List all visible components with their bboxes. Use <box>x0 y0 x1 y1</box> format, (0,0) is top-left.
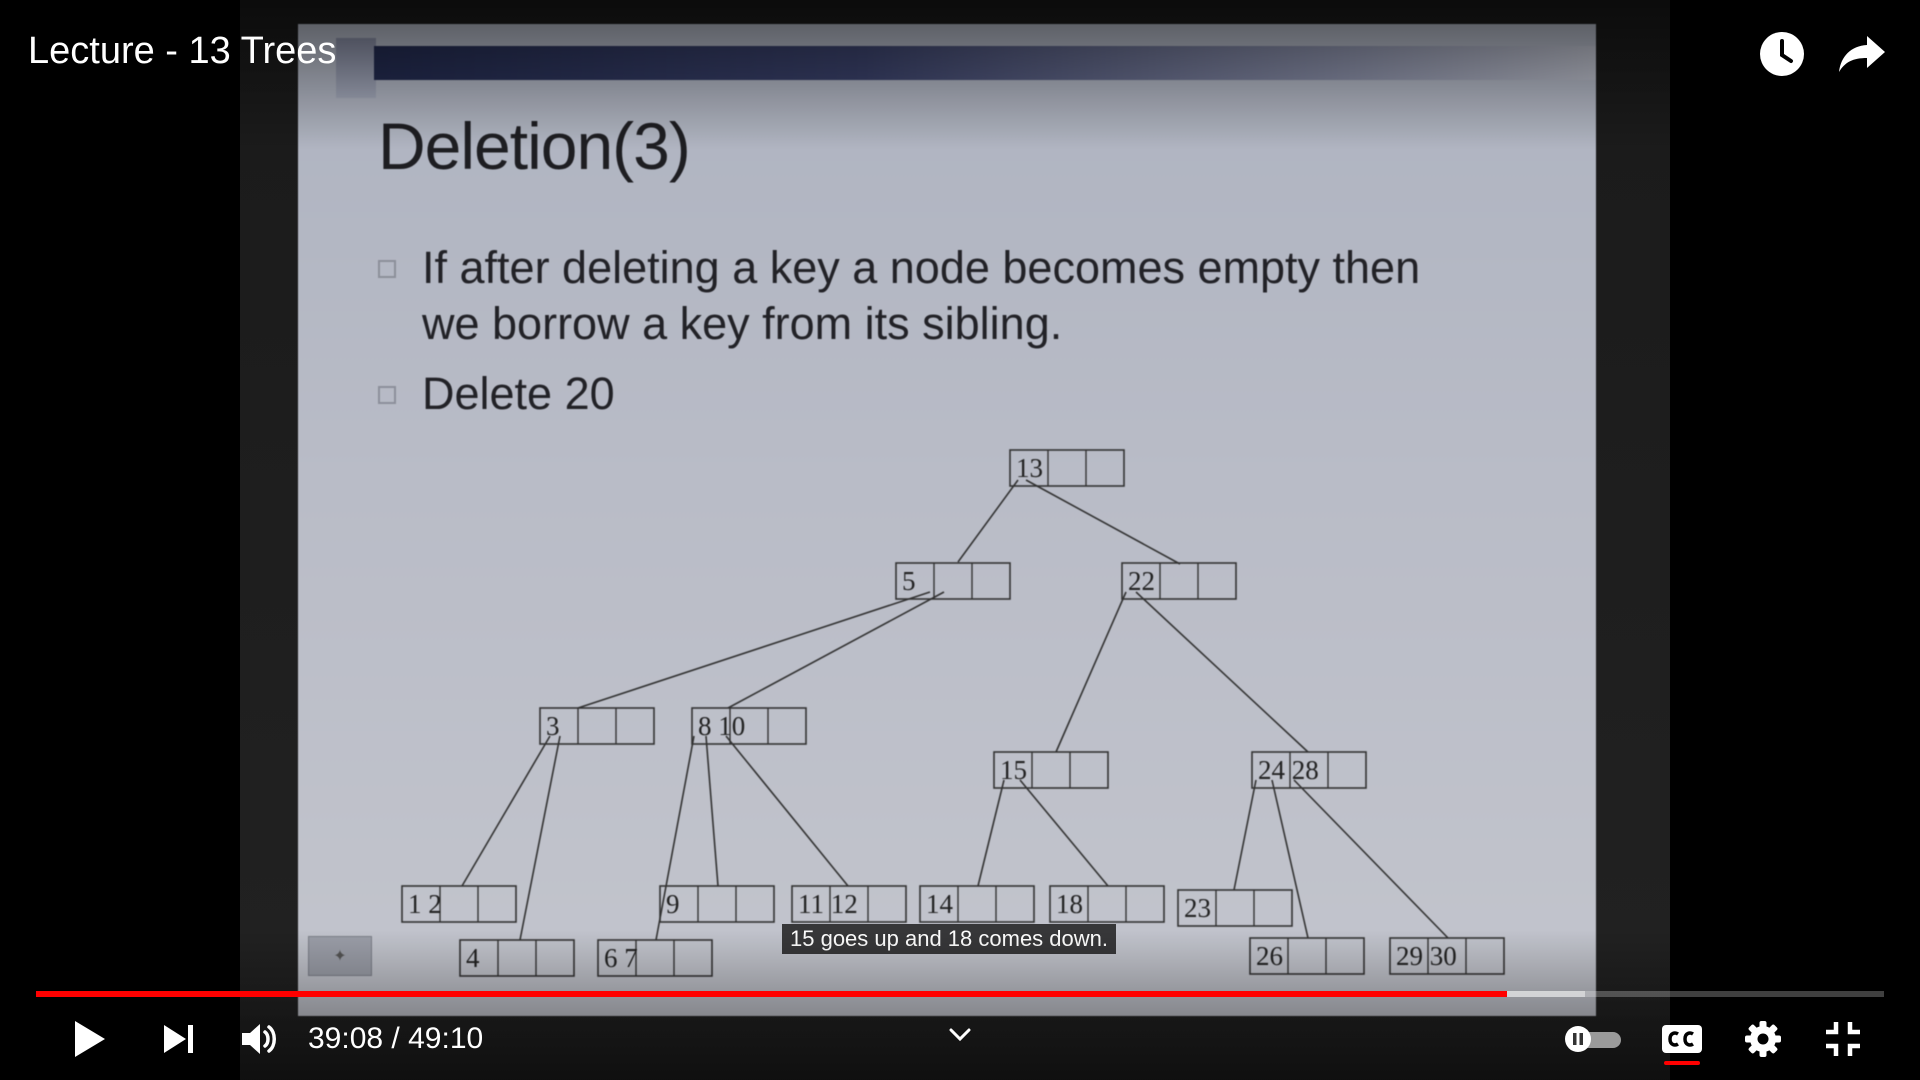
next-icon <box>164 1025 193 1053</box>
tree-node-keys: 24 28 <box>1258 755 1319 785</box>
tree-node-keys: 18 <box>1056 889 1083 919</box>
next-button[interactable] <box>152 1012 206 1066</box>
play-icon <box>75 1021 105 1057</box>
tree-node-keys: 11 12 <box>798 889 858 919</box>
tree-node: 13 <box>1009 449 1125 487</box>
gear-icon <box>1745 1021 1781 1057</box>
video-player[interactable]: Deletion(3) If after deleting a key a no… <box>0 0 1920 1080</box>
tree-node: 15 <box>993 751 1109 789</box>
tree-node: 8 10 <box>691 707 807 745</box>
b-tree-diagram: 1352238 101524 281 246 7911 121418232629… <box>401 449 1505 977</box>
tree-edge <box>519 735 561 941</box>
tree-node-keys: 8 10 <box>698 711 745 741</box>
tree-node-keys: 13 <box>1016 453 1043 483</box>
duration: 49:10 <box>408 1022 484 1055</box>
lecture-slide: Deletion(3) If after deleting a key a no… <box>298 24 1596 1016</box>
tree-edge <box>705 735 719 887</box>
tree-edge <box>1293 779 1449 939</box>
tree-edge <box>1025 479 1181 565</box>
tree-node: 5 <box>895 562 1011 600</box>
tree-node-keys: 14 <box>926 889 954 919</box>
tree-node-keys: 22 <box>1128 566 1155 596</box>
tree-edge <box>1135 591 1309 753</box>
progress-bar[interactable] <box>36 991 1884 997</box>
exit-fullscreen-icon <box>1826 1022 1860 1056</box>
tree-node: 18 <box>1049 885 1165 923</box>
tree-edge <box>1055 591 1127 753</box>
tree-edge <box>977 779 1005 887</box>
cc-icon <box>1662 1025 1702 1053</box>
bottom-overlay <box>0 930 1920 1080</box>
volume-icon <box>242 1024 276 1054</box>
exit-fullscreen-button[interactable] <box>1816 1012 1870 1066</box>
clock-icon <box>1760 32 1804 76</box>
time-separator: / <box>391 1022 400 1055</box>
tree-node: 23 <box>1177 889 1293 927</box>
tree-edge <box>725 735 849 887</box>
share-arrow-icon <box>1839 36 1885 72</box>
tree-node-keys: 1 2 <box>408 889 442 919</box>
autoplay-toggle-icon <box>1565 1026 1621 1052</box>
time-display: 39:08 / 49:10 <box>308 1018 483 1060</box>
current-time: 39:08 <box>308 1022 384 1055</box>
tree-node: 9 <box>659 885 775 923</box>
captions-active-indicator <box>1664 1061 1700 1065</box>
tree-edge <box>727 591 945 709</box>
tree-node-keys: 9 <box>666 889 680 919</box>
chevron-down-icon <box>949 1028 971 1042</box>
tree-node-keys: 3 <box>546 711 560 741</box>
top-overlay <box>0 0 1920 150</box>
tree-node: 1 2 <box>401 885 517 923</box>
tree-node: 11 12 <box>791 885 907 923</box>
tree-node: 3 <box>539 707 655 745</box>
tree-edge <box>461 735 551 887</box>
tree-edge <box>1271 779 1309 939</box>
tree-edge <box>957 479 1019 563</box>
volume-button[interactable] <box>232 1012 286 1066</box>
autoplay-toggle[interactable] <box>1562 1012 1626 1066</box>
captions-button[interactable] <box>1656 1012 1708 1066</box>
progress-played <box>36 991 1507 997</box>
tree-node: 22 <box>1121 562 1237 600</box>
tree-edge <box>1019 779 1109 887</box>
tree-node: 24 28 <box>1251 751 1367 789</box>
tree-node: 14 <box>919 885 1035 923</box>
tree-node-keys: 15 <box>1000 755 1027 785</box>
tree-edge <box>577 591 931 709</box>
watch-later-button[interactable] <box>1754 26 1810 82</box>
tree-edge <box>1233 779 1257 891</box>
video-title[interactable]: Lecture - 13 Trees <box>28 30 336 73</box>
settings-button[interactable] <box>1736 1012 1790 1066</box>
chapters-button[interactable] <box>942 1018 978 1052</box>
tree-node-keys: 5 <box>902 566 916 596</box>
play-button[interactable] <box>62 1012 116 1066</box>
share-button[interactable] <box>1834 26 1890 82</box>
tree-node-keys: 23 <box>1184 893 1211 923</box>
